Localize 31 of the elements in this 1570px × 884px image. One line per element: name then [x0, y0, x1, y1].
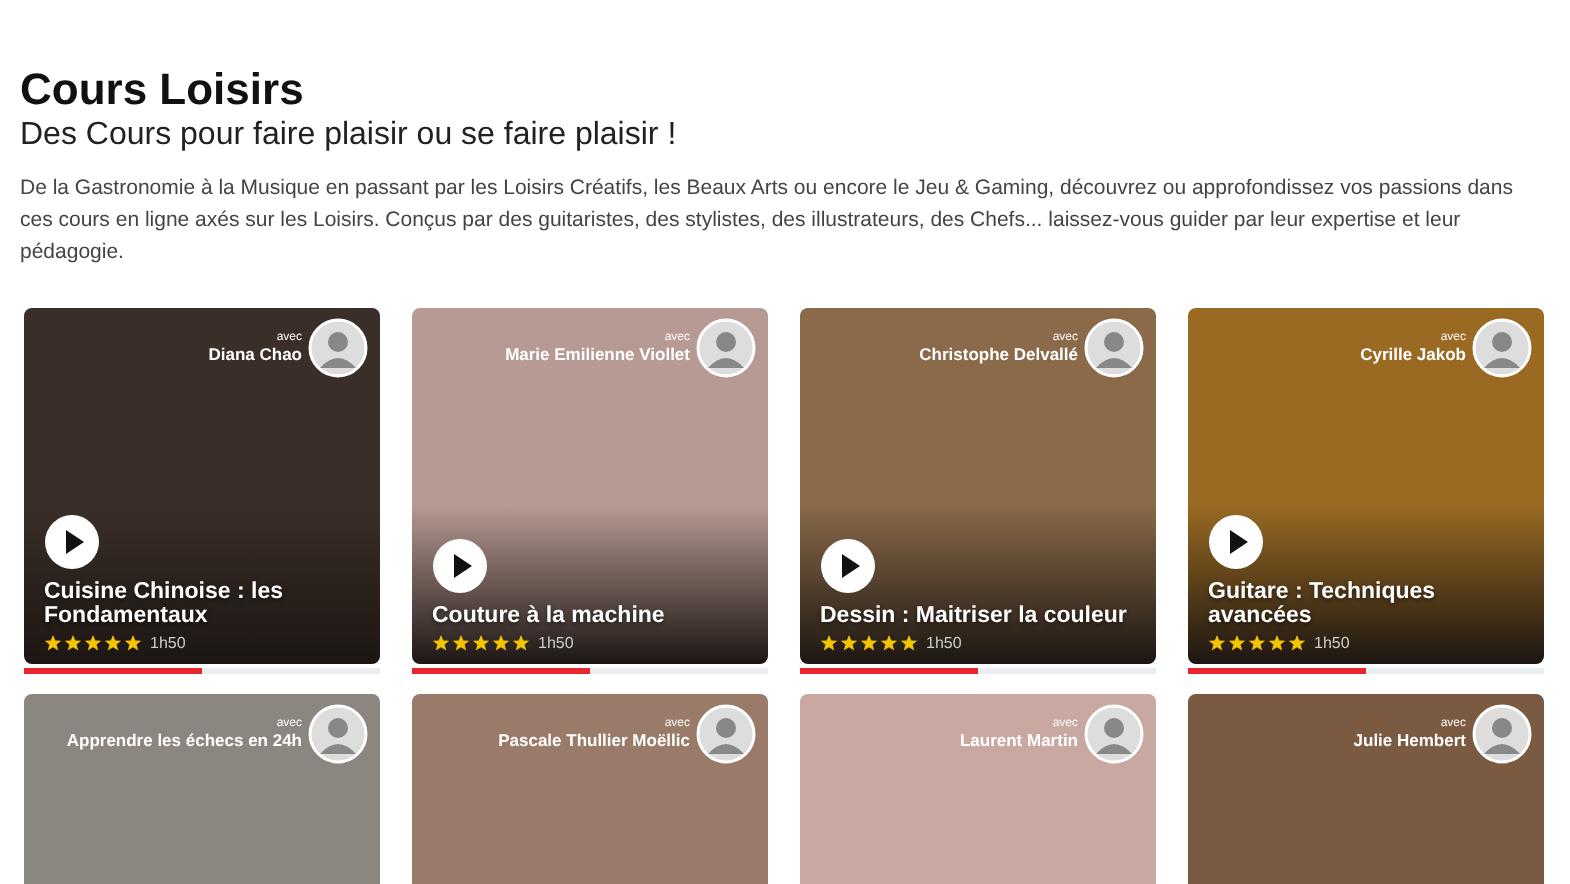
page-subtitle: Des Cours pour faire plaisir ou se faire plaisir !: [20, 116, 679, 156]
course-duration: 1h50: [926, 634, 962, 652]
play-button[interactable]: [432, 538, 488, 594]
course-duration: 1h50: [538, 634, 574, 652]
avatar-icon: [696, 704, 756, 764]
instructor-name: Diana Chao: [208, 346, 302, 364]
page-description: De la Gastronomie à la Musique en passant par les Loisirs Créatifs, les Beaux Arts ou encore le Jeu & Gaming, découvrez ou approfondissez vos passions dans ces cours en ligne axés sur les Loisirs. Conçus par des guitaristes, des stylistes, des illustrateurs, des Chefs... laissez-vous guider par leur expertise et leur pédagogie.: [20, 174, 1515, 268]
page-title: Cours Loisirs: [20, 64, 306, 116]
instructor-name: Christophe Delvallé: [919, 346, 1078, 364]
instructor-name: Julie Hembert: [1353, 732, 1466, 750]
instructor-name: Pascale Thullier Moëllic: [498, 732, 690, 750]
play-button[interactable]: [1208, 514, 1264, 570]
instructor-name: Marie Emilienne Viollet: [505, 346, 690, 364]
avatar-icon: [1472, 704, 1532, 764]
course-title: Cuisine Chinoise : les Fondamentaux: [44, 580, 285, 628]
avatar-icon: [308, 318, 368, 378]
instructor-name: Cyrille Jakob: [1360, 346, 1466, 364]
course-title: Dessin : Maitriser la couleur: [820, 604, 1127, 628]
course-duration: 1h50: [150, 634, 186, 652]
instructor-name: Laurent Martin: [959, 732, 1078, 750]
play-button[interactable]: [44, 514, 100, 570]
course-title: Guitare : Techniques avancées: [1208, 580, 1438, 628]
avatar-icon: [696, 318, 756, 378]
course-duration: 1h50: [1314, 634, 1350, 652]
avatar-icon: [1084, 318, 1144, 378]
avatar-icon: [1084, 704, 1144, 764]
instructor-name: Apprendre les échecs en 24h: [66, 732, 302, 750]
avatar-icon: [1472, 318, 1532, 378]
avatar-icon: [308, 704, 368, 764]
course-title: Couture à la machine: [432, 604, 665, 628]
play-button[interactable]: [820, 538, 876, 594]
